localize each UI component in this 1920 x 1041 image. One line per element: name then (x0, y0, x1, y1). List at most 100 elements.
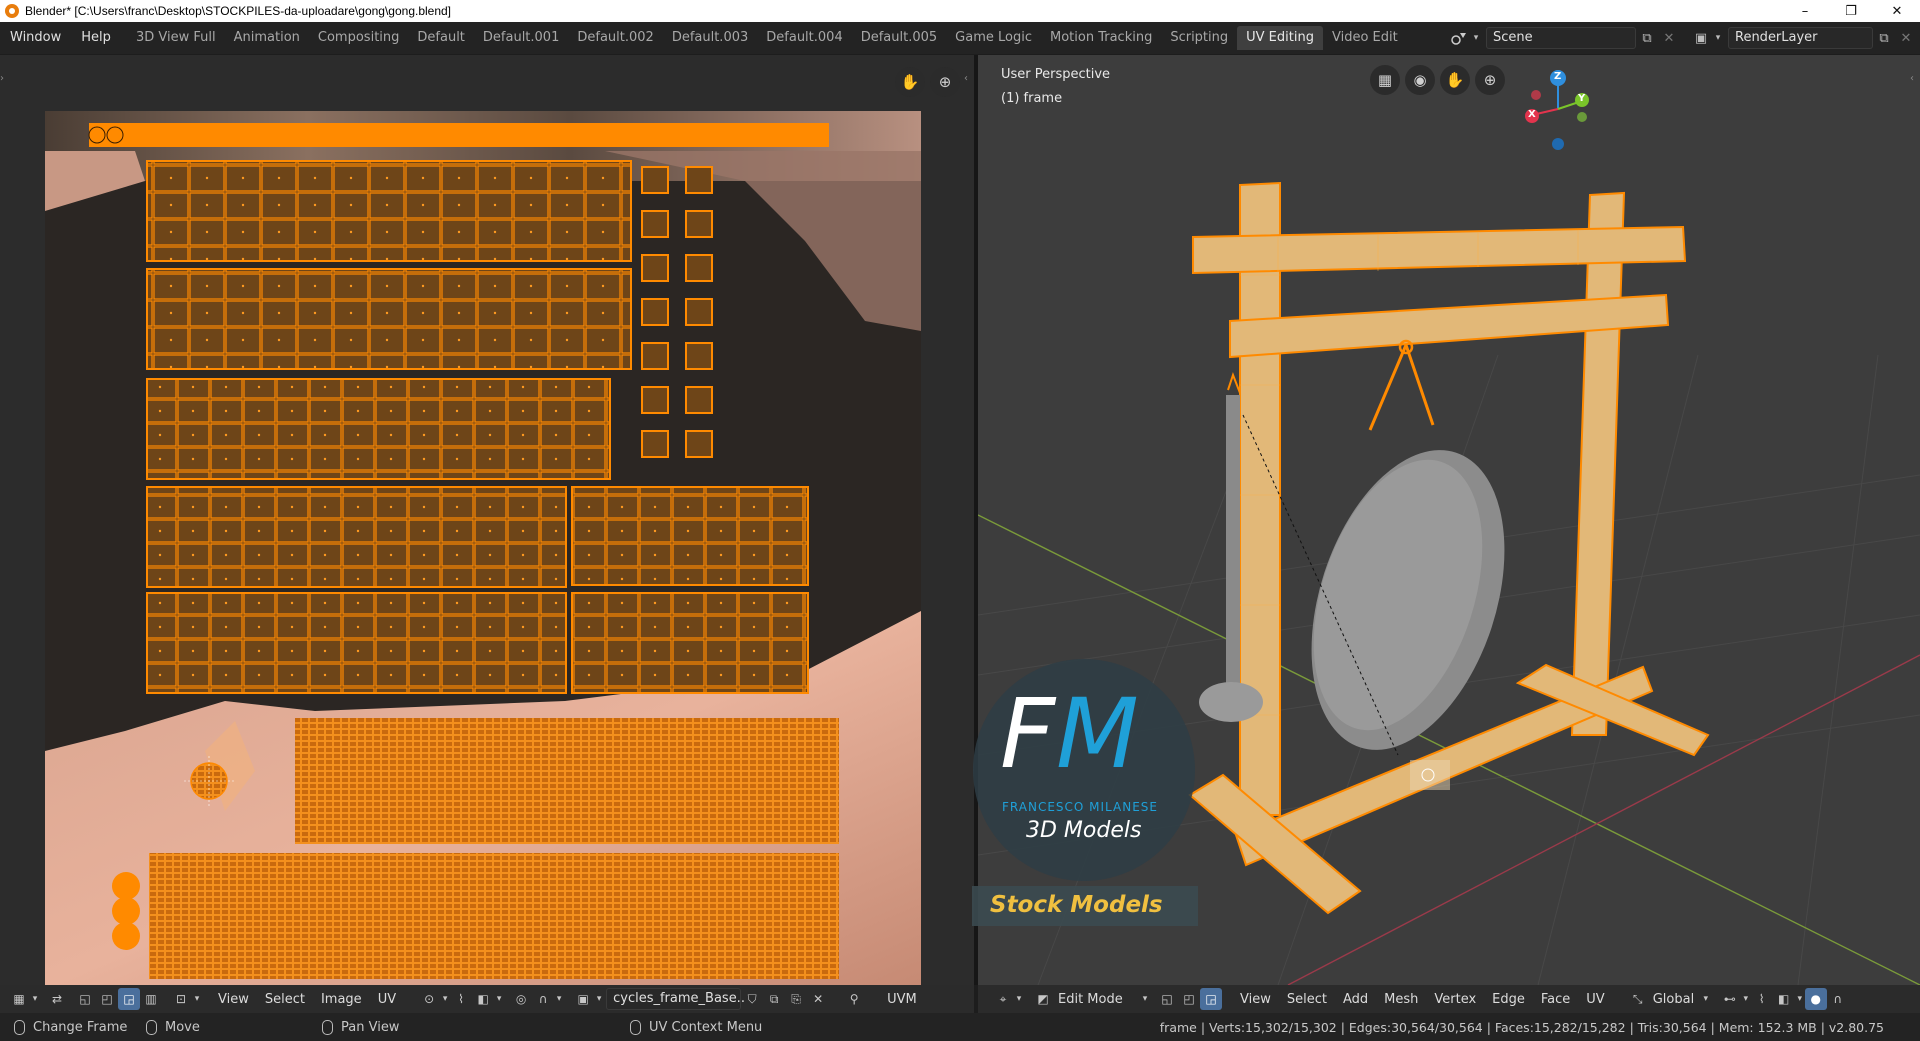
transform-orientation-selector[interactable]: Global (1649, 992, 1701, 1007)
menu-help[interactable]: Help (71, 26, 121, 50)
uv-canvas[interactable] (45, 111, 921, 985)
chevron-down-icon[interactable]: ▾ (1712, 27, 1724, 49)
uv-zoom-icon[interactable]: ⊕ (930, 67, 960, 97)
uv-menu-image[interactable]: Image (313, 992, 370, 1007)
menu-window[interactable]: Window (0, 26, 71, 50)
mouse-right-icon (146, 1019, 157, 1035)
tab-default-004[interactable]: Default.004 (757, 26, 851, 50)
open-image-icon[interactable]: ⎘ (785, 988, 807, 1010)
chevron-down-icon[interactable]: ▾ (1014, 988, 1024, 1010)
vp-menu-vertex[interactable]: Vertex (1426, 992, 1484, 1007)
zoom-icon[interactable]: ⊕ (1475, 65, 1505, 95)
scene-icon[interactable] (1448, 27, 1470, 49)
vp-menu-face[interactable]: Face (1533, 992, 1578, 1007)
logo-banner: Stock Models (990, 892, 1163, 918)
sync-selection-icon[interactable]: ⇄ (46, 988, 68, 1010)
region-toggle-right-icon[interactable]: ‹ (964, 73, 968, 84)
pin-icon[interactable]: ⚲ (843, 988, 865, 1010)
tab-default-001[interactable]: Default.001 (474, 26, 568, 50)
tab-default-002[interactable]: Default.002 (568, 26, 662, 50)
chevron-down-icon[interactable]: ▾ (554, 988, 564, 1010)
mode-selector[interactable]: Edit Mode (1054, 992, 1140, 1007)
delete-scene-icon[interactable]: ✕ (1658, 27, 1680, 49)
unlink-image-icon[interactable]: ✕ (807, 988, 829, 1010)
falloff-curve-icon[interactable]: ∩ (1827, 988, 1849, 1010)
delete-layer-icon[interactable]: ✕ (1895, 27, 1917, 49)
chevron-down-icon[interactable]: ▾ (30, 988, 40, 1010)
vp-menu-edge[interactable]: Edge (1484, 992, 1533, 1007)
uv-menu-view[interactable]: View (210, 992, 257, 1007)
vertex-mode-icon[interactable]: ◱ (1156, 988, 1178, 1010)
chevron-down-icon[interactable]: ▾ (594, 988, 604, 1010)
editor-type-icon[interactable]: ⌖ (992, 988, 1014, 1010)
vp-menu-mesh[interactable]: Mesh (1376, 992, 1426, 1007)
island-select-icon[interactable]: ▥ (140, 988, 162, 1010)
tab-animation[interactable]: Animation (225, 26, 309, 50)
tab-game-logic[interactable]: Game Logic (946, 26, 1041, 50)
image-browse-icon[interactable]: ▣ (572, 988, 594, 1010)
logo-f: F (1000, 678, 1056, 790)
close-button[interactable]: ✕ (1874, 0, 1920, 22)
render-layer-field[interactable]: RenderLayer (1728, 27, 1873, 49)
toggle-camera-grid-icon[interactable]: ▦ (1370, 65, 1400, 95)
chevron-down-icon[interactable]: ▾ (1470, 27, 1482, 49)
chevron-down-icon[interactable]: ▾ (1741, 988, 1751, 1010)
minimize-button[interactable]: – (1782, 0, 1828, 22)
mode-icon[interactable]: ◩ (1032, 988, 1054, 1010)
chevron-down-icon[interactable]: ▾ (1701, 988, 1711, 1010)
vp-menu-view[interactable]: View (1232, 992, 1279, 1007)
edge-mode-icon[interactable]: ◰ (1178, 988, 1200, 1010)
tab-default-003[interactable]: Default.003 (663, 26, 757, 50)
uv-menu-uv[interactable]: UV (370, 992, 404, 1007)
face-mode-icon[interactable]: ◲ (1200, 988, 1222, 1010)
vp-menu-add[interactable]: Add (1335, 992, 1376, 1007)
render-layer-icon[interactable]: ▣ (1690, 27, 1712, 49)
edge-select-icon[interactable]: ◰ (96, 988, 118, 1010)
chevron-down-icon[interactable]: ▾ (440, 988, 450, 1010)
editor-type-icon[interactable]: ▦ (8, 988, 30, 1010)
uv-editor[interactable]: ✋ ⊕ › ‹ (0, 55, 974, 985)
vertex-select-icon[interactable]: ◱ (74, 988, 96, 1010)
tab-default-005[interactable]: Default.005 (852, 26, 946, 50)
proportional-edit-icon[interactable]: ◎ (510, 988, 532, 1010)
vp-menu-uv[interactable]: UV (1578, 992, 1612, 1007)
tab-scripting[interactable]: Scripting (1161, 26, 1237, 50)
snap-element-icon[interactable]: ◧ (1773, 988, 1795, 1010)
falloff-icon[interactable]: ∩ (532, 988, 554, 1010)
transform-orientation-icon[interactable]: ⤡ (1627, 988, 1649, 1010)
tab-uv-editing[interactable]: UV Editing (1237, 26, 1323, 50)
camera-view-icon[interactable]: ◉ (1405, 65, 1435, 95)
face-select-icon[interactable]: ◲ (118, 988, 140, 1010)
image-name-field[interactable]: cycles_frame_Base.. (606, 988, 745, 1010)
chevron-down-icon[interactable]: ▾ (1795, 988, 1805, 1010)
snap-icon[interactable]: ⌇ (450, 988, 472, 1010)
snap-magnet-icon[interactable]: ⌇ (1751, 988, 1773, 1010)
restore-button[interactable]: ❐ (1828, 0, 1874, 22)
logo-subtitle: 3D Models (1026, 818, 1142, 843)
pivot-icon[interactable]: ⊙ (418, 988, 440, 1010)
chevron-down-icon[interactable]: ▾ (494, 988, 504, 1010)
tab-3d-view-full[interactable]: 3D View Full (127, 26, 225, 50)
pan-hand-icon[interactable]: ✋ (1440, 65, 1470, 95)
tab-compositing[interactable]: Compositing (309, 26, 409, 50)
new-image-icon[interactable]: ⧉ (763, 988, 785, 1010)
tab-default[interactable]: Default (408, 26, 474, 50)
sticky-select-icon[interactable]: ⊡ (170, 988, 192, 1010)
chevron-down-icon[interactable]: ▾ (192, 988, 202, 1010)
pivot-point-icon[interactable]: ⊷ (1719, 988, 1741, 1010)
proportional-edit-icon[interactable]: ● (1804, 988, 1827, 1010)
tab-motion-tracking[interactable]: Motion Tracking (1041, 26, 1161, 50)
uv-menu-select[interactable]: Select (257, 992, 313, 1007)
region-toggle-right-icon[interactable]: ‹ (1910, 73, 1914, 84)
tab-video-edit[interactable]: Video Edit (1323, 26, 1407, 50)
snap-target-icon[interactable]: ◧ (472, 988, 494, 1010)
region-toggle-left-icon[interactable]: › (0, 73, 4, 84)
vp-menu-select[interactable]: Select (1279, 992, 1335, 1007)
chevron-down-icon[interactable]: ▾ (1140, 988, 1150, 1010)
scene-name-field[interactable]: Scene (1486, 27, 1636, 49)
new-scene-icon[interactable]: ⧉ (1636, 27, 1658, 49)
new-layer-icon[interactable]: ⧉ (1873, 27, 1895, 49)
uv-pan-hand-icon[interactable]: ✋ (895, 67, 925, 97)
fake-user-shield-icon[interactable]: ⛉ (741, 988, 763, 1010)
uv-map-label[interactable]: UVM (879, 992, 925, 1007)
